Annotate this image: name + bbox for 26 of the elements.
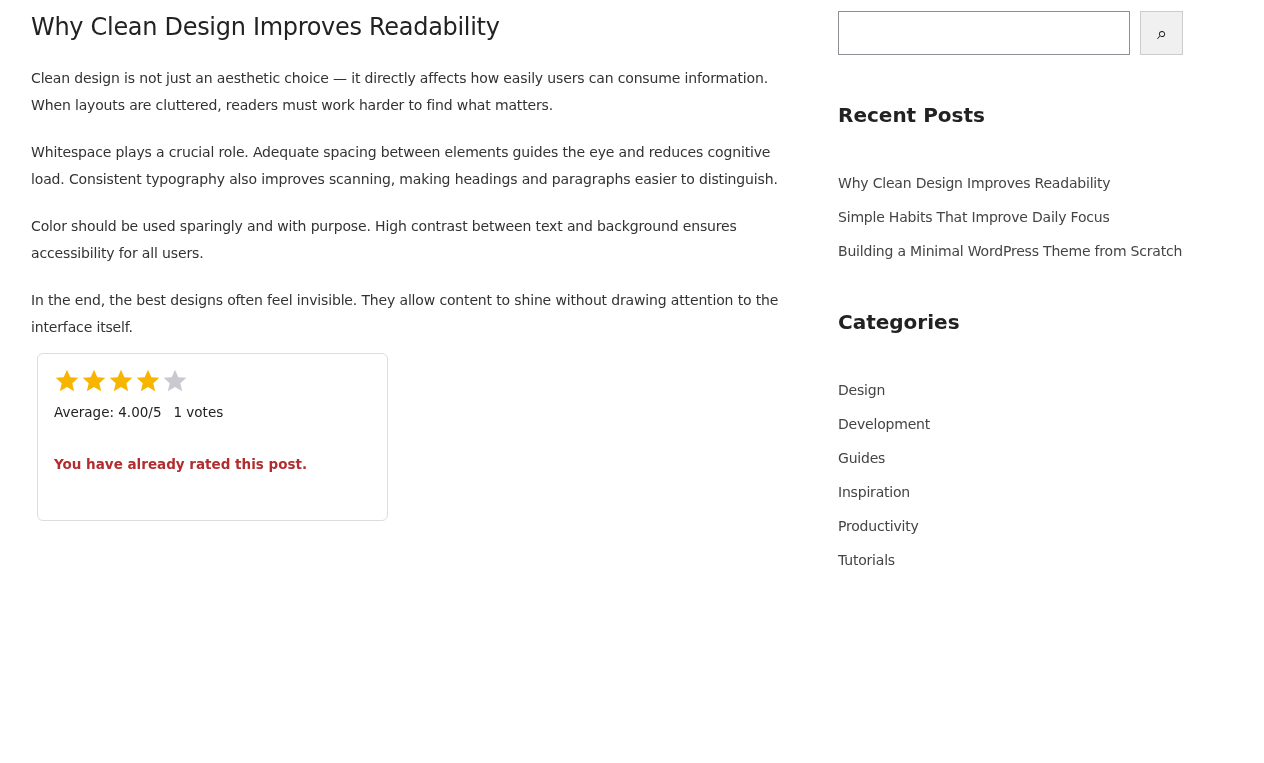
- empty-star-icon[interactable]: [162, 368, 188, 394]
- paragraph: Clean design is not just an aesthetic choice — it directly affects how easily users can consume information. When layouts are cluttered, readers must work harder to find what matters.: [31, 69, 769, 115]
- paragraph: Whitespace plays a crucial role. Adequate spacing between elements guides the eye and reduces cognitive load. Consistent typography also improves scanning, making headings and paragraphs easier to distinguish.: [31, 143, 779, 189]
- widget-heading: Recent Posts: [838, 103, 986, 127]
- rating-message: You have already rated this post.: [54, 456, 309, 472]
- post-title: Why Clean Design Improves Readability: [31, 13, 501, 41]
- paragraph: In the end, the best designs often feel invisible. They allow content to shine without drawing attention to the interface itself.: [31, 291, 780, 337]
- filled-star-icon[interactable]: [54, 368, 80, 394]
- sidebar-link[interactable]: Productivity: [838, 515, 919, 537]
- filled-star-icon[interactable]: [81, 368, 107, 394]
- sidebar-link[interactable]: Simple Habits That Improve Daily Focus: [838, 206, 1110, 228]
- average-score: Average: 4.00/5: [54, 404, 162, 420]
- sidebar-link[interactable]: Design: [838, 379, 886, 401]
- sidebar-link[interactable]: Building a Minimal WordPress Theme from Scratch: [838, 240, 1183, 262]
- sidebar-link[interactable]: Tutorials: [838, 549, 895, 571]
- sidebar-link[interactable]: Why Clean Design Improves Readability: [838, 172, 1111, 194]
- search-button[interactable]: ⌕: [1140, 11, 1183, 55]
- search-field[interactable]: [838, 11, 1130, 55]
- sidebar-link[interactable]: Development: [838, 413, 931, 435]
- sidebar-link[interactable]: Inspiration: [838, 481, 911, 503]
- paragraph: Color should be used sparingly and with purpose. High contrast between text and background ensures accessibility for all users.: [31, 217, 738, 263]
- widget-heading: Categories: [838, 310, 961, 334]
- vote-count: 1 votes: [173, 404, 224, 420]
- filled-star-icon[interactable]: [135, 368, 161, 394]
- sidebar-link[interactable]: Guides: [838, 447, 886, 469]
- filled-star-icon[interactable]: [108, 368, 134, 394]
